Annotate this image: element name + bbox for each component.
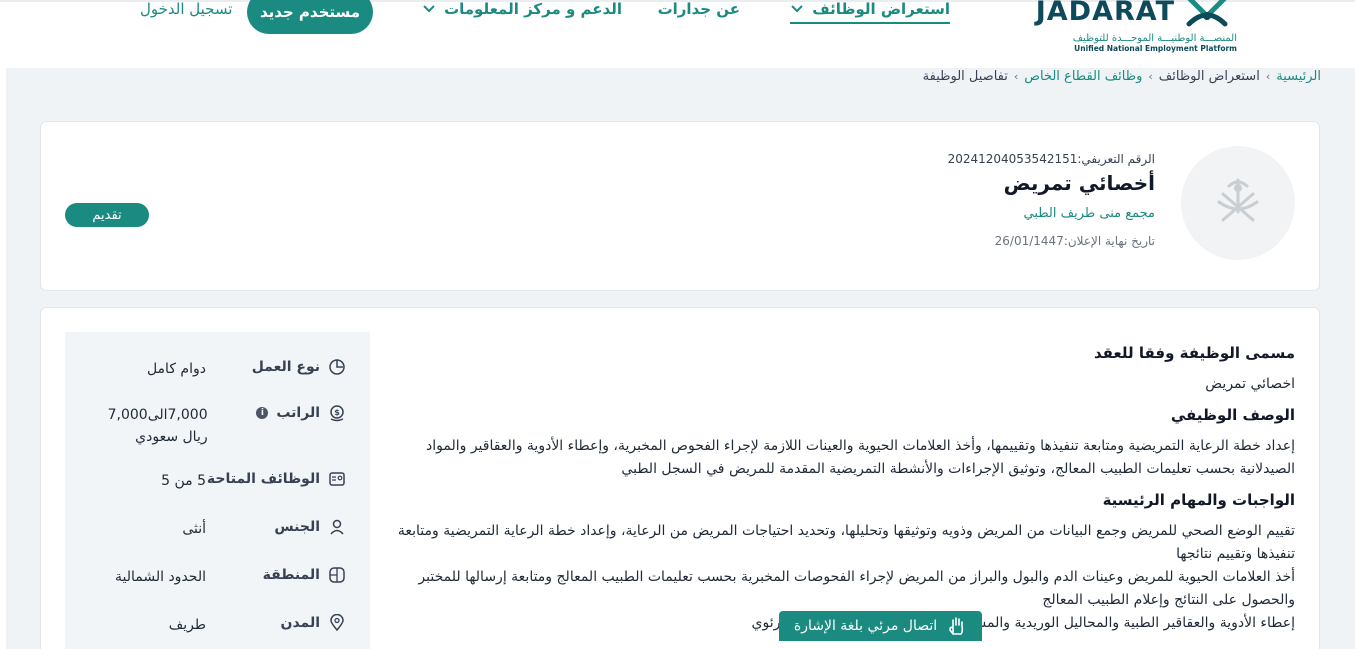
nav-about[interactable]: عن جدارات [658, 0, 740, 18]
attr-cities: المدن طريف [89, 614, 346, 636]
apply-button[interactable]: تقديم [65, 203, 149, 227]
attr-region: المنطقة الحدود الشمالية [89, 566, 346, 588]
id-card-icon [329, 472, 345, 486]
logo-tagline-ar: المنصـــة الوطنيـــة الموحـــدة للتوظيف [1072, 33, 1237, 44]
attr-gender: الجنس أنثى [89, 518, 346, 540]
company-name-link[interactable]: مجمع منى طريف الطبي [1024, 206, 1156, 221]
attr-cities-value: طريف [168, 617, 206, 633]
attr-work-type-label: نوع العمل [251, 359, 320, 375]
location-pin-icon [330, 614, 344, 632]
nav-support-label: الدعم و مركز المعلومات [444, 0, 622, 18]
map-icon [329, 567, 345, 583]
breadcrumb-separator-icon: › [1148, 70, 1153, 83]
attr-gender-value: أنثى [182, 521, 206, 537]
clock-icon [329, 359, 345, 375]
job-description: مسمى الوظيفة وفقا للعقد اخصائي تمريض الو… [385, 342, 1295, 635]
deadline-label: تاريخ نهاية الإعلان: [1063, 234, 1155, 248]
deadline-value: 26/01/1447 [994, 234, 1064, 248]
duty-item: تقييم الوضع الصحي للمريض وجمع البيانات م… [397, 523, 1295, 562]
nav-browse-jobs[interactable]: استعراض الوظائف [790, 0, 950, 24]
sign-language-label: اتصال مرئي بلغة الإشارة [793, 618, 938, 634]
job-deadline: تاريخ نهاية الإعلان:26/01/1447 [995, 234, 1155, 248]
attr-salary-label: الراتب [276, 405, 320, 421]
job-summary-card: الرقم التعريفي:20241204053542151 أخصائي … [40, 121, 1320, 291]
login-link[interactable]: تسجيل الدخول [140, 0, 232, 18]
new-user-button[interactable]: مستخدم جديد [247, 0, 373, 34]
attr-vacancies-label: الوظائف المتاحة [206, 471, 320, 487]
duty-item: أخذ العلامات الحيوية للمريض وعينات الدم … [418, 569, 1295, 608]
attr-work-type: نوع العمل دوام كامل [89, 358, 346, 380]
attr-work-type-value: دوام كامل [146, 361, 206, 377]
logo-emblem-icon [1186, 0, 1228, 27]
job-id-label: الرقم التعريفي: [1077, 152, 1155, 166]
logo-tagline-en: Unified National Employment Platform [1074, 44, 1237, 53]
breadcrumb-separator-icon: › [1265, 70, 1271, 83]
company-avatar [1181, 146, 1295, 260]
job-details-card: مسمى الوظيفة وفقا للعقد اخصائي تمريض الو… [40, 307, 1320, 649]
nav-about-label: عن جدارات [657, 0, 740, 18]
job-id: الرقم التعريفي:20241204053542151 [948, 152, 1155, 166]
attr-cities-label: المدن [280, 615, 320, 631]
svg-text:$: $ [334, 408, 340, 417]
saudi-emblem-icon [1217, 178, 1259, 222]
money-icon: $ [330, 405, 344, 422]
jadarat-logo[interactable]: JADARAT المنصـــة الوطنيـــة الموحـــدة … [1036, 0, 1247, 62]
attr-gender-label: الجنس [274, 519, 320, 535]
sign-language-call-button[interactable]: اتصال مرئي بلغة الإشارة [779, 611, 982, 641]
breadcrumb-browse-jobs[interactable]: استعراض الوظائف [1159, 69, 1260, 84]
job-attributes-panel: نوع العمل دوام كامل $ الراتب i 7,000الى7… [65, 332, 370, 649]
description-text: إعداد خطة الرعاية التمريضية ومتابعة تنفي… [426, 438, 1295, 477]
job-id-value: 20241204053542151 [947, 152, 1078, 166]
duties-heading: الواجبات والمهام الرئيسية [1102, 491, 1295, 509]
breadcrumb-home[interactable]: الرئيسية [1276, 69, 1321, 84]
attr-region-label: المنطقة [262, 567, 320, 583]
nav-support[interactable]: الدعم و مركز المعلومات [422, 0, 622, 18]
contract-title-heading: مسمى الوظيفة وفقا للعقد [1093, 344, 1295, 362]
job-title: أخصائي تمريض [1003, 171, 1155, 195]
breadcrumb-current: تفاصيل الوظيفة [922, 69, 1008, 84]
info-icon[interactable]: i [256, 407, 269, 419]
site-header: JADARAT المنصـــة الوطنيـــة الموحـــدة … [0, 0, 1355, 68]
description-heading: الوصف الوظيفي [1170, 406, 1295, 424]
chevron-down-icon [423, 5, 435, 13]
breadcrumb-private-sector[interactable]: وظائف القطاع الخاص [1024, 69, 1142, 84]
hand-sign-icon [949, 617, 964, 635]
nav-browse-jobs-label: استعراض الوظائف [812, 0, 950, 18]
breadcrumb-separator-icon: › [1013, 70, 1019, 83]
logo-wordmark: JADARAT [1035, 0, 1175, 27]
chevron-down-icon [791, 5, 803, 13]
attr-salary: $ الراتب i 7,000الى7,000 ريال سعودي [89, 404, 346, 448]
attr-region-value: الحدود الشمالية [115, 569, 206, 585]
breadcrumb: الرئيسية › استعراض الوظائف › وظائف القطا… [923, 69, 1321, 84]
attr-salary-value: 7,000الى7,000 ريال سعودي [107, 407, 208, 445]
contract-title: اخصائي تمريض [1205, 376, 1295, 392]
attr-vacancies: الوظائف المتاحة 5 من 5 [89, 470, 346, 492]
gender-icon [330, 519, 344, 535]
attr-vacancies-value: 5 من 5 [161, 473, 206, 489]
